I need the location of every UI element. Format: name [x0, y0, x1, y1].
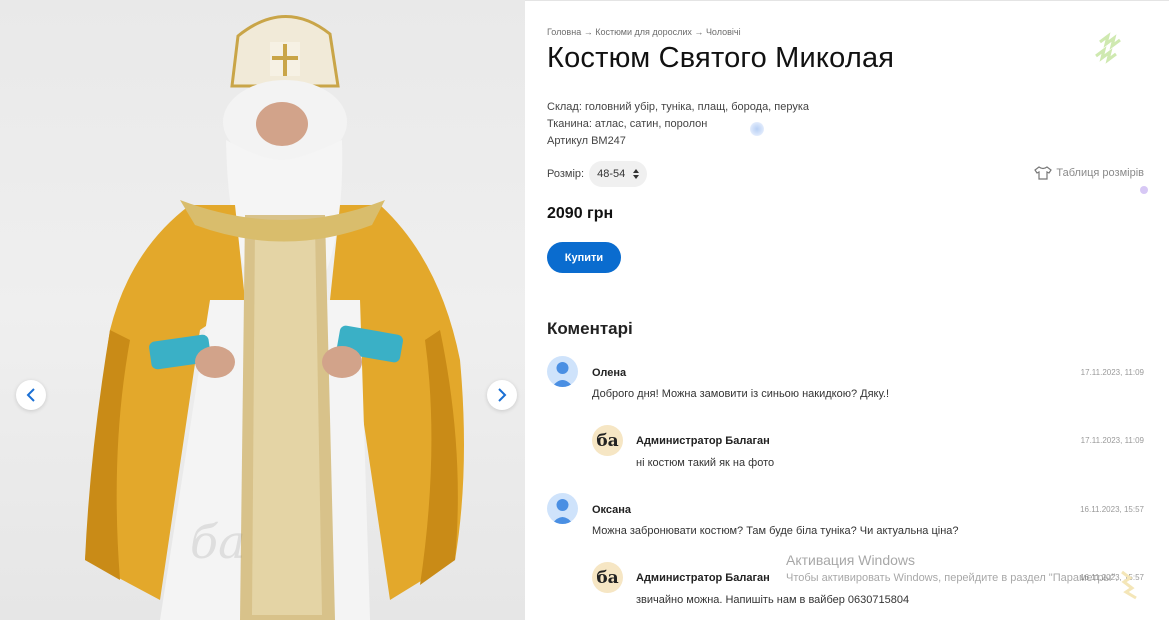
size-table-link[interactable]: Таблиця розмірів [1034, 166, 1144, 180]
breadcrumb-item-adult-costumes[interactable]: Костюми для дорослих [595, 27, 692, 37]
product-info: Головна → Костюми для дорослих → Чоловіч… [547, 0, 1147, 620]
windows-activation-subtitle: Чтобы активировать Windows, перейдите в … [786, 572, 1119, 584]
user-avatar-icon [547, 493, 578, 524]
comment-text: ні костюм такий як на фото [636, 457, 775, 469]
user-avatar-icon [547, 356, 578, 387]
chevron-left-icon [26, 388, 35, 402]
product-gallery: ба [0, 0, 525, 620]
decorative-zigzag-icon [1121, 570, 1137, 600]
comments-heading: Коментарі [547, 319, 633, 338]
watermark-logo: ба [190, 515, 246, 569]
comment-author: Администратор Балаган [636, 572, 770, 584]
fabric-text: Тканина: атлас, сатин, поролон [547, 118, 708, 130]
comment-author: Оксана [592, 504, 632, 516]
comment-text: Можна забронювати костюм? Там буде біла … [592, 525, 959, 537]
comment-reply: ба Администратор Балаган 17.11.2023, 11:… [547, 425, 1144, 485]
product-price: 2090 грн [547, 205, 614, 222]
decorative-dot [750, 122, 764, 136]
comment-text: звичайно можна. Напишіть нам в вайбер 06… [636, 594, 910, 606]
comment-date: 17.11.2023, 11:09 [1080, 368, 1144, 377]
comment-date: 17.11.2023, 11:09 [1080, 436, 1144, 445]
tshirt-icon [1034, 166, 1053, 180]
decorative-dot [1140, 186, 1148, 194]
comment-item: Олена 17.11.2023, 11:09 Доброго дня! Мож… [547, 356, 1144, 416]
admin-avatar: ба [592, 562, 623, 593]
composition-text: Склад: головний убір, туніка, плащ, боро… [547, 101, 810, 113]
comment-date: 16.11.2023, 15:57 [1080, 505, 1144, 514]
decorative-zigzag-icon [1095, 32, 1121, 64]
comment-author: Администратор Балаган [636, 435, 770, 447]
breadcrumb-separator: → [583, 27, 593, 37]
sort-arrows-icon [633, 169, 640, 179]
windows-activation-watermark: Активация Windows Чтобы активировать Win… [786, 552, 1118, 584]
size-table-label: Таблиця розмірів [1056, 167, 1144, 179]
chevron-right-icon [498, 388, 507, 402]
breadcrumb-item-men[interactable]: Чоловічі [706, 27, 741, 37]
size-value: 48-54 [597, 168, 626, 180]
product-specs: Склад: головний убір, туніка, плащ, боро… [547, 99, 809, 150]
gallery-prev-button[interactable] [16, 380, 46, 410]
breadcrumb-item-home[interactable]: Головна [547, 27, 581, 37]
windows-activation-title: Активация Windows [786, 552, 916, 568]
breadcrumb: Головна → Костюми для дорослих → Чоловіч… [547, 27, 741, 37]
product-photo [85, 15, 464, 620]
product-title: Костюм Святого Миколая [547, 42, 895, 74]
article-text: Артикул ВМ247 [547, 135, 626, 147]
comment-author: Олена [592, 367, 627, 379]
admin-avatar: ба [592, 425, 623, 456]
gallery-next-button[interactable] [487, 380, 517, 410]
comment-text: Доброго дня! Можна замовити із синьою на… [592, 388, 890, 400]
buy-button[interactable]: Купити [547, 242, 621, 273]
size-row: Розмір: 48-54 Таблиця розмірів [547, 161, 1144, 187]
comment-item: Оксана 16.11.2023, 15:57 Можна забронюва… [547, 493, 1144, 553]
size-label: Розмір: [547, 168, 585, 180]
size-select[interactable]: 48-54 [589, 161, 648, 187]
breadcrumb-separator: → [694, 27, 704, 37]
